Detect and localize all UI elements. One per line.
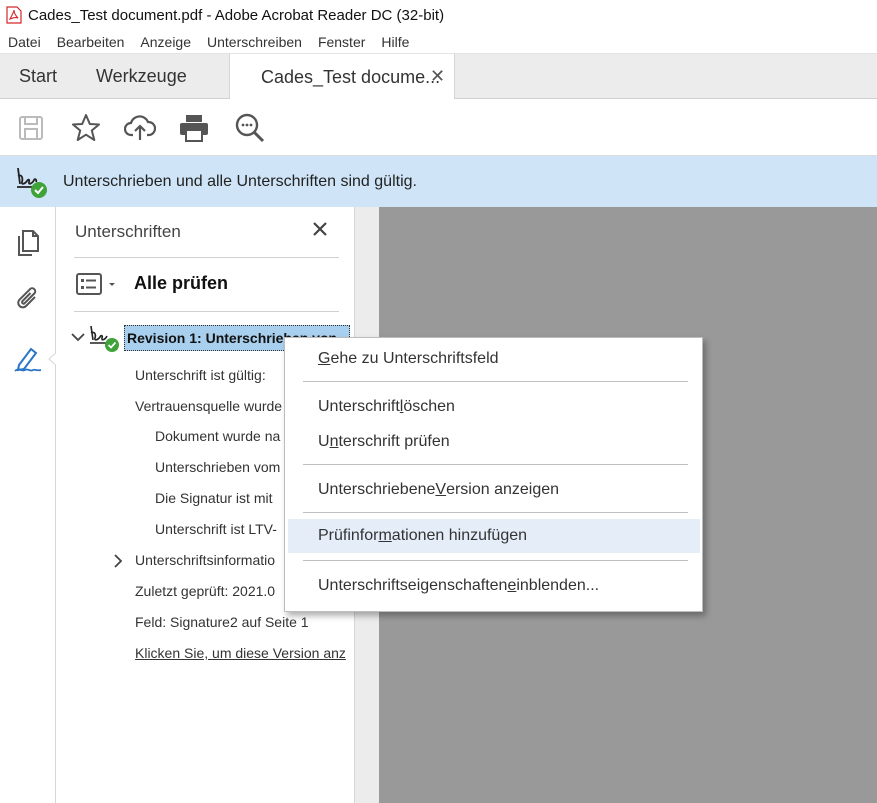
menu-item-text: Unterschrift <box>318 398 400 415</box>
tab-tools[interactable]: Werkzeuge <box>96 54 187 99</box>
menu-bar: Datei Bearbeiten Anzeige Unterschreiben … <box>0 30 877 54</box>
print-icon <box>180 115 208 142</box>
menu-separator <box>303 512 688 513</box>
menu-item-text: ationen hinzufügen <box>391 527 528 544</box>
divider <box>74 257 339 258</box>
left-navigation-rail <box>0 207 58 803</box>
menu-item-text: U <box>318 433 330 450</box>
signature-valid-icon <box>90 325 119 352</box>
menu-separator <box>303 464 688 465</box>
search-zoom-icon <box>235 113 265 143</box>
tree-row-signature-timestamp[interactable]: Die Signatur ist mit <box>155 490 272 506</box>
menu-separator <box>303 560 688 561</box>
window-title: Cades_Test document.pdf - Adobe Acrobat … <box>28 6 445 24</box>
bookmark-star-icon <box>72 114 100 141</box>
save-icon <box>19 116 43 140</box>
signatures-button[interactable] <box>12 343 44 375</box>
menu-anzeige[interactable]: Anzeige <box>132 34 199 50</box>
tree-row-signature-valid[interactable]: Unterschrift ist gültig: <box>135 367 266 383</box>
tab-close-icon[interactable]: ✕ <box>430 66 445 87</box>
menu-item-show-signature-properties[interactable]: Unterschriftseigenschaften e inblenden... <box>288 569 700 603</box>
menu-item-go-to-signature-field[interactable]: Gehe zu Unterschriftsfeld <box>288 342 700 376</box>
tree-row-document-modified[interactable]: Dokument wurde na <box>155 428 280 444</box>
chevron-down-icon[interactable] <box>70 331 86 343</box>
menu-item-text: ersion anzeigen <box>446 481 560 498</box>
tree-row-trust-source[interactable]: Vertrauensquelle wurde <box>135 398 282 414</box>
toolbar <box>0 99 877 156</box>
signature-status-text: Unterschrieben und alle Unterschriften s… <box>63 172 417 190</box>
menu-item-text: ehe zu Unterschriftsfeld <box>330 350 499 367</box>
menu-item-text: Unterschriebene <box>318 481 436 498</box>
chevron-right-icon[interactable] <box>112 553 124 569</box>
search-button[interactable] <box>233 111 267 145</box>
tab-start[interactable]: Start <box>19 54 57 99</box>
options-menu-button[interactable] <box>76 273 118 295</box>
menu-datei[interactable]: Datei <box>0 34 49 50</box>
tree-row-field[interactable]: Feld: Signature2 auf Seite 1 <box>135 614 309 630</box>
upload-cloud-icon <box>124 115 156 140</box>
page-thumbnails-icon <box>18 230 39 256</box>
tab-document[interactable]: Cades_Test docume... ✕ <box>229 54 455 100</box>
panel-title: Unterschriften <box>75 222 181 241</box>
tab-bar: Start Werkzeuge Cades_Test docume... ✕ <box>0 54 877 100</box>
menu-item-accelerator: m <box>378 527 392 544</box>
menu-item-accelerator: e <box>507 577 517 594</box>
dropdown-caret-icon <box>109 283 115 286</box>
save-button[interactable] <box>14 111 48 145</box>
bookmark-button[interactable] <box>69 111 103 145</box>
panel-close-button[interactable] <box>308 217 332 241</box>
attachments-button[interactable] <box>12 283 44 315</box>
menu-item-add-verification-info[interactable]: Prüfinfor m ationen hinzufügen <box>288 519 700 553</box>
list-options-icon <box>76 273 102 295</box>
menu-unterschreiben[interactable]: Unterschreiben <box>199 34 310 50</box>
upload-button[interactable] <box>123 111 157 145</box>
menu-item-clear-signature[interactable]: Unterschrift l öschen <box>288 390 700 424</box>
signature-valid-icon <box>17 167 47 198</box>
menu-item-text: öschen <box>403 398 455 415</box>
attachments-icon <box>17 287 37 309</box>
menu-item-accelerator: n <box>329 433 339 450</box>
check-all-button[interactable]: Alle prüfen <box>134 273 228 294</box>
menu-item-accelerator: G <box>318 350 331 367</box>
menu-item-text: Unterschriftseigenschaften <box>318 577 508 594</box>
menu-separator <box>303 381 688 382</box>
close-icon <box>313 222 327 236</box>
menu-item-text: terschrift prüfen <box>338 433 450 450</box>
tree-row-signature-info[interactable]: Unterschriftsinformatio <box>135 552 275 568</box>
tab-document-label: Cades_Test docume... <box>261 66 441 87</box>
page-thumbnails-button[interactable] <box>12 227 44 259</box>
tree-row-last-checked[interactable]: Zuletzt geprüft: 2021.0 <box>135 583 275 599</box>
tree-row-ltv-enabled[interactable]: Unterschrift ist LTV- <box>155 521 277 537</box>
acrobat-pdf-icon <box>6 6 22 24</box>
title-bar: Cades_Test document.pdf - Adobe Acrobat … <box>0 0 877 30</box>
signatures-pen-icon <box>14 347 42 372</box>
menu-item-view-signed-version[interactable]: Unterschriebene Version anzeigen <box>288 473 700 507</box>
print-button[interactable] <box>177 111 211 145</box>
menu-item-text: inblenden... <box>516 577 600 594</box>
signature-status-banner: Unterschrieben und alle Unterschriften s… <box>0 156 877 207</box>
menu-fenster[interactable]: Fenster <box>310 34 373 50</box>
view-version-link[interactable]: Klicken Sie, um diese Version anz <box>135 645 346 661</box>
menu-item-accelerator: V <box>435 481 447 498</box>
divider <box>74 311 339 312</box>
signature-context-menu: Gehe zu Unterschriftsfeld Unterschrift l… <box>284 337 703 612</box>
tree-row-signed-by[interactable]: Unterschrieben vom <box>155 459 280 475</box>
menu-hilfe[interactable]: Hilfe <box>373 34 417 50</box>
menu-item-text: Prüfinfor <box>318 527 379 544</box>
menu-item-validate-signature[interactable]: Un terschrift prüfen <box>288 425 700 459</box>
menu-bearbeiten[interactable]: Bearbeiten <box>49 34 133 50</box>
